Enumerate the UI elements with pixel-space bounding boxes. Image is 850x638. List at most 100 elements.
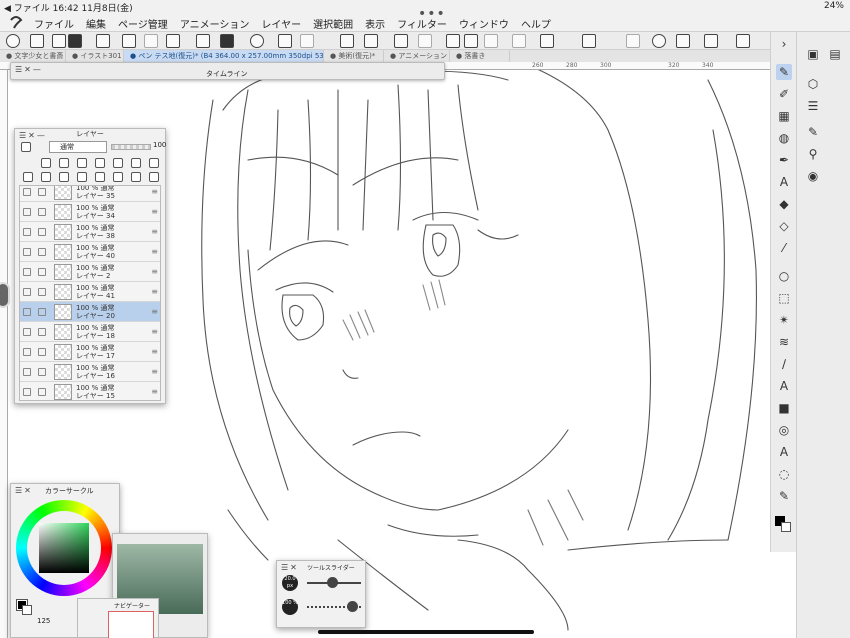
properties-icon[interactable]: ▣ bbox=[805, 46, 821, 62]
layer-row[interactable]: 100 % 通常 レイヤー 41 ≡ bbox=[20, 282, 160, 302]
device-icon[interactable] bbox=[676, 34, 690, 48]
new-layer-icon[interactable] bbox=[23, 172, 33, 182]
menu-item-selection[interactable]: 選択範囲 bbox=[313, 16, 353, 31]
screen-icon[interactable] bbox=[582, 34, 596, 48]
layer-row[interactable]: 100 % 通常 レイヤー 16 ≡ bbox=[20, 362, 160, 382]
text-b-icon[interactable]: A bbox=[776, 444, 792, 460]
gradient-tool-icon[interactable]: ■ bbox=[776, 400, 792, 416]
layer-row[interactable]: 100 % 通常 レイヤー 20 ≡ bbox=[20, 302, 160, 322]
lock-icon[interactable] bbox=[95, 158, 105, 168]
drag-handle-icon[interactable]: ≡ bbox=[151, 347, 158, 356]
clip-studio-logo-icon[interactable] bbox=[8, 14, 24, 30]
tab-document-6[interactable]: ● 落書き bbox=[450, 50, 510, 62]
menu-item-edit[interactable]: 編集 bbox=[86, 16, 106, 31]
panel-controls-icon[interactable]: ☰✕— bbox=[15, 65, 43, 74]
copy-layer-icon[interactable] bbox=[77, 172, 87, 182]
eyedropper-icon[interactable] bbox=[340, 34, 354, 48]
slider-icon[interactable]: ☰ bbox=[805, 98, 821, 114]
visibility-toggle-icon[interactable] bbox=[23, 388, 31, 396]
menu-item-page[interactable]: ページ管理 bbox=[118, 16, 168, 31]
visibility-toggle-icon[interactable] bbox=[23, 288, 31, 296]
layer-prop-icon-5[interactable] bbox=[113, 158, 123, 168]
sparkle-icon[interactable] bbox=[96, 34, 110, 48]
brush-opacity-knob[interactable] bbox=[347, 601, 358, 612]
layer-row[interactable]: 100 % 通常 レイヤー 15 ≡ bbox=[20, 382, 160, 400]
snap-icon[interactable] bbox=[250, 34, 264, 48]
layer-row[interactable]: 100 % 通常 レイヤー 34 ≡ bbox=[20, 202, 160, 222]
check-icon[interactable] bbox=[446, 34, 460, 48]
background-color[interactable] bbox=[22, 605, 32, 615]
help-icon[interactable] bbox=[704, 34, 718, 48]
drag-handle-icon[interactable]: ≡ bbox=[151, 187, 158, 196]
info-icon[interactable] bbox=[652, 34, 666, 48]
drag-handle-icon[interactable]: ≡ bbox=[151, 267, 158, 276]
layer-row[interactable]: 100 % 通常 レイヤー 38 ≡ bbox=[20, 222, 160, 242]
blend-mode-select[interactable]: 通常 bbox=[49, 141, 107, 153]
brush-size-knob[interactable] bbox=[327, 577, 338, 588]
opacity-slider[interactable] bbox=[111, 144, 151, 150]
lasso-tool-icon[interactable]: ○ bbox=[776, 268, 792, 284]
drag-handle-icon[interactable]: ≡ bbox=[151, 387, 158, 396]
pen-tool-icon[interactable]: ✎ bbox=[776, 64, 792, 80]
disabled-icon[interactable] bbox=[418, 34, 432, 48]
navigator-thumbnail[interactable] bbox=[108, 611, 154, 638]
menu-item-layer[interactable]: レイヤー bbox=[261, 16, 301, 31]
text-tool-icon[interactable]: A bbox=[776, 174, 792, 190]
visibility-toggle-icon[interactable] bbox=[23, 208, 31, 216]
history-icon[interactable]: ⚲ bbox=[805, 146, 821, 162]
visibility-toggle-icon[interactable] bbox=[23, 348, 31, 356]
color-value[interactable]: 125 bbox=[37, 617, 50, 625]
subtool-icon[interactable]: ⬡ bbox=[805, 76, 821, 92]
layer-prop-icon-1[interactable] bbox=[41, 158, 51, 168]
menu-item-view[interactable]: 表示 bbox=[365, 16, 385, 31]
transform-icon[interactable] bbox=[166, 34, 180, 48]
layer-prop-icon-2[interactable] bbox=[59, 158, 69, 168]
visibility-toggle-icon[interactable] bbox=[23, 368, 31, 376]
marker-tool-icon[interactable]: ✒ bbox=[776, 152, 792, 168]
drag-handle-icon[interactable]: ≡ bbox=[151, 207, 158, 216]
layer-row[interactable]: 100 % 通常 レイヤー 35 ≡ bbox=[20, 186, 160, 202]
undo-icon[interactable] bbox=[540, 34, 554, 48]
mask-icon[interactable] bbox=[220, 34, 234, 48]
drag-handle-icon[interactable]: ≡ bbox=[151, 367, 158, 376]
menu-item-window[interactable]: ウィンドウ bbox=[459, 16, 509, 31]
menu-icon[interactable] bbox=[30, 34, 44, 48]
tab-document-active[interactable]: ● ペン テス地(復元)* (B4 364.00 x 257.00mm 350d… bbox=[124, 50, 324, 62]
panel-controls-icon[interactable]: ☰✕ bbox=[281, 563, 299, 572]
layer-icon[interactable] bbox=[196, 34, 210, 48]
export-icon[interactable] bbox=[736, 34, 750, 48]
eraser-icon[interactable] bbox=[300, 34, 314, 48]
tab-document-1[interactable]: ● 文字少女と書斎 bbox=[0, 50, 66, 62]
hue-ring[interactable] bbox=[16, 500, 112, 596]
visibility-toggle-icon[interactable] bbox=[23, 268, 31, 276]
fill-icon[interactable] bbox=[68, 34, 82, 48]
layer-lock-icon[interactable] bbox=[38, 328, 46, 336]
new-icon[interactable] bbox=[122, 34, 136, 48]
layer-lock-icon[interactable] bbox=[38, 348, 46, 356]
layer-color-icon[interactable] bbox=[21, 142, 31, 152]
layer-lock-icon[interactable] bbox=[38, 208, 46, 216]
drag-handle-icon[interactable]: ≡ bbox=[151, 327, 158, 336]
clear-icon[interactable] bbox=[364, 34, 378, 48]
opacity-value[interactable]: 100 bbox=[153, 141, 166, 149]
spiral-tool-icon[interactable]: ◎ bbox=[776, 422, 792, 438]
brush-tool-icon[interactable]: ∕ bbox=[776, 356, 792, 372]
gradient-icon[interactable] bbox=[484, 34, 498, 48]
panel-controls-icon[interactable]: ☰✕ bbox=[15, 486, 33, 495]
menu-item-file[interactable]: ファイル bbox=[34, 16, 74, 31]
grid-tool-icon[interactable]: ▦ bbox=[776, 108, 792, 124]
visibility-toggle-icon[interactable] bbox=[23, 248, 31, 256]
balloon-tool-icon[interactable]: ◌ bbox=[776, 466, 792, 482]
pencil-tool-icon[interactable]: ✐ bbox=[776, 86, 792, 102]
menu-item-animation[interactable]: アニメーション bbox=[180, 16, 250, 31]
new-vector-layer-icon[interactable] bbox=[41, 172, 51, 182]
layer-lock-icon[interactable] bbox=[38, 388, 46, 396]
visibility-toggle-icon[interactable] bbox=[23, 188, 31, 196]
collapse-icon[interactable]: › bbox=[776, 36, 792, 52]
redo-icon[interactable] bbox=[512, 34, 526, 48]
copy-icon[interactable] bbox=[626, 34, 640, 48]
layer-row[interactable]: 100 % 通常 レイヤー 40 ≡ bbox=[20, 242, 160, 262]
stepper-icon[interactable] bbox=[144, 34, 158, 48]
pen-icon[interactable] bbox=[278, 34, 292, 48]
timeline-panel[interactable]: ☰✕— タイムライン bbox=[10, 62, 445, 80]
